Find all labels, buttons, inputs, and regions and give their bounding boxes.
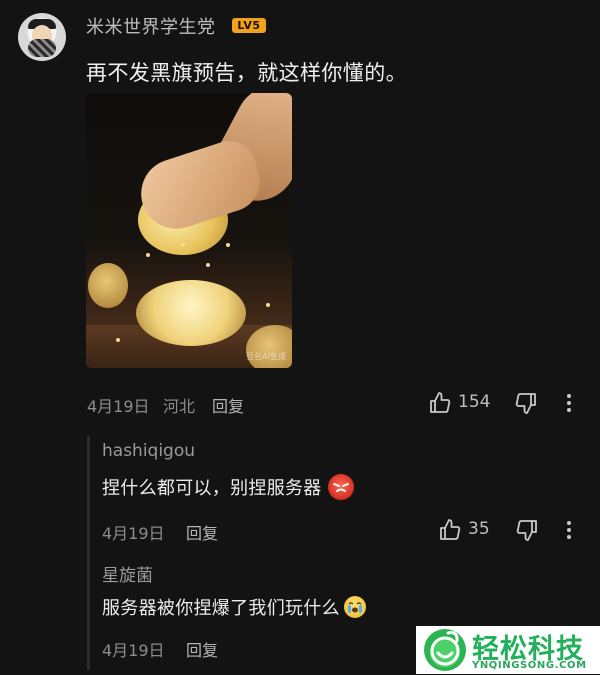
like-count: 35 bbox=[468, 519, 490, 539]
dislike-icon[interactable] bbox=[514, 517, 540, 543]
reply-reply-button[interactable]: 回复 bbox=[186, 637, 218, 661]
reply-text: 捏什么都可以，别捏服务器 bbox=[102, 478, 322, 499]
comment-text: 再不发黑旗预告，就这样你懂的。 bbox=[86, 61, 407, 85]
replies-thread-line bbox=[87, 436, 90, 670]
image-watermark: 豆包AI生成 bbox=[246, 352, 286, 361]
more-options-icon[interactable] bbox=[560, 390, 578, 416]
reply-button[interactable]: 回复 bbox=[212, 393, 244, 417]
comment-location: 河北 bbox=[163, 397, 196, 416]
crying-face-emoji bbox=[343, 596, 366, 618]
comment-image[interactable]: 豆包AI生成 bbox=[86, 93, 292, 368]
like-icon[interactable] bbox=[427, 390, 453, 416]
comment-date: 4月19日 bbox=[87, 397, 150, 416]
angry-face-emoji bbox=[327, 474, 354, 500]
brand-domain: YNQINGSONG.COM bbox=[472, 660, 587, 671]
reply-date: 4月19日 bbox=[102, 524, 165, 543]
level-badge: LV5 bbox=[232, 18, 266, 33]
reply-text: 服务器被你捏爆了我们玩什么 bbox=[102, 598, 340, 619]
reply-reply-button[interactable]: 回复 bbox=[186, 520, 218, 544]
dislike-icon[interactable] bbox=[513, 390, 539, 416]
like-count: 154 bbox=[458, 392, 491, 412]
reply-username[interactable]: 星旋菌 bbox=[102, 561, 153, 586]
reply-username[interactable]: hashiqigou bbox=[102, 441, 195, 461]
site-watermark: 轻松科技 YNQINGSONG.COM bbox=[416, 626, 600, 674]
more-options-icon[interactable] bbox=[560, 517, 578, 543]
reply-date: 4月19日 bbox=[102, 641, 165, 660]
brand-logo-icon bbox=[424, 629, 466, 671]
user-avatar[interactable] bbox=[18, 13, 66, 61]
like-icon[interactable] bbox=[437, 517, 463, 543]
comment-username[interactable]: 米米世界学生党 bbox=[86, 13, 216, 39]
